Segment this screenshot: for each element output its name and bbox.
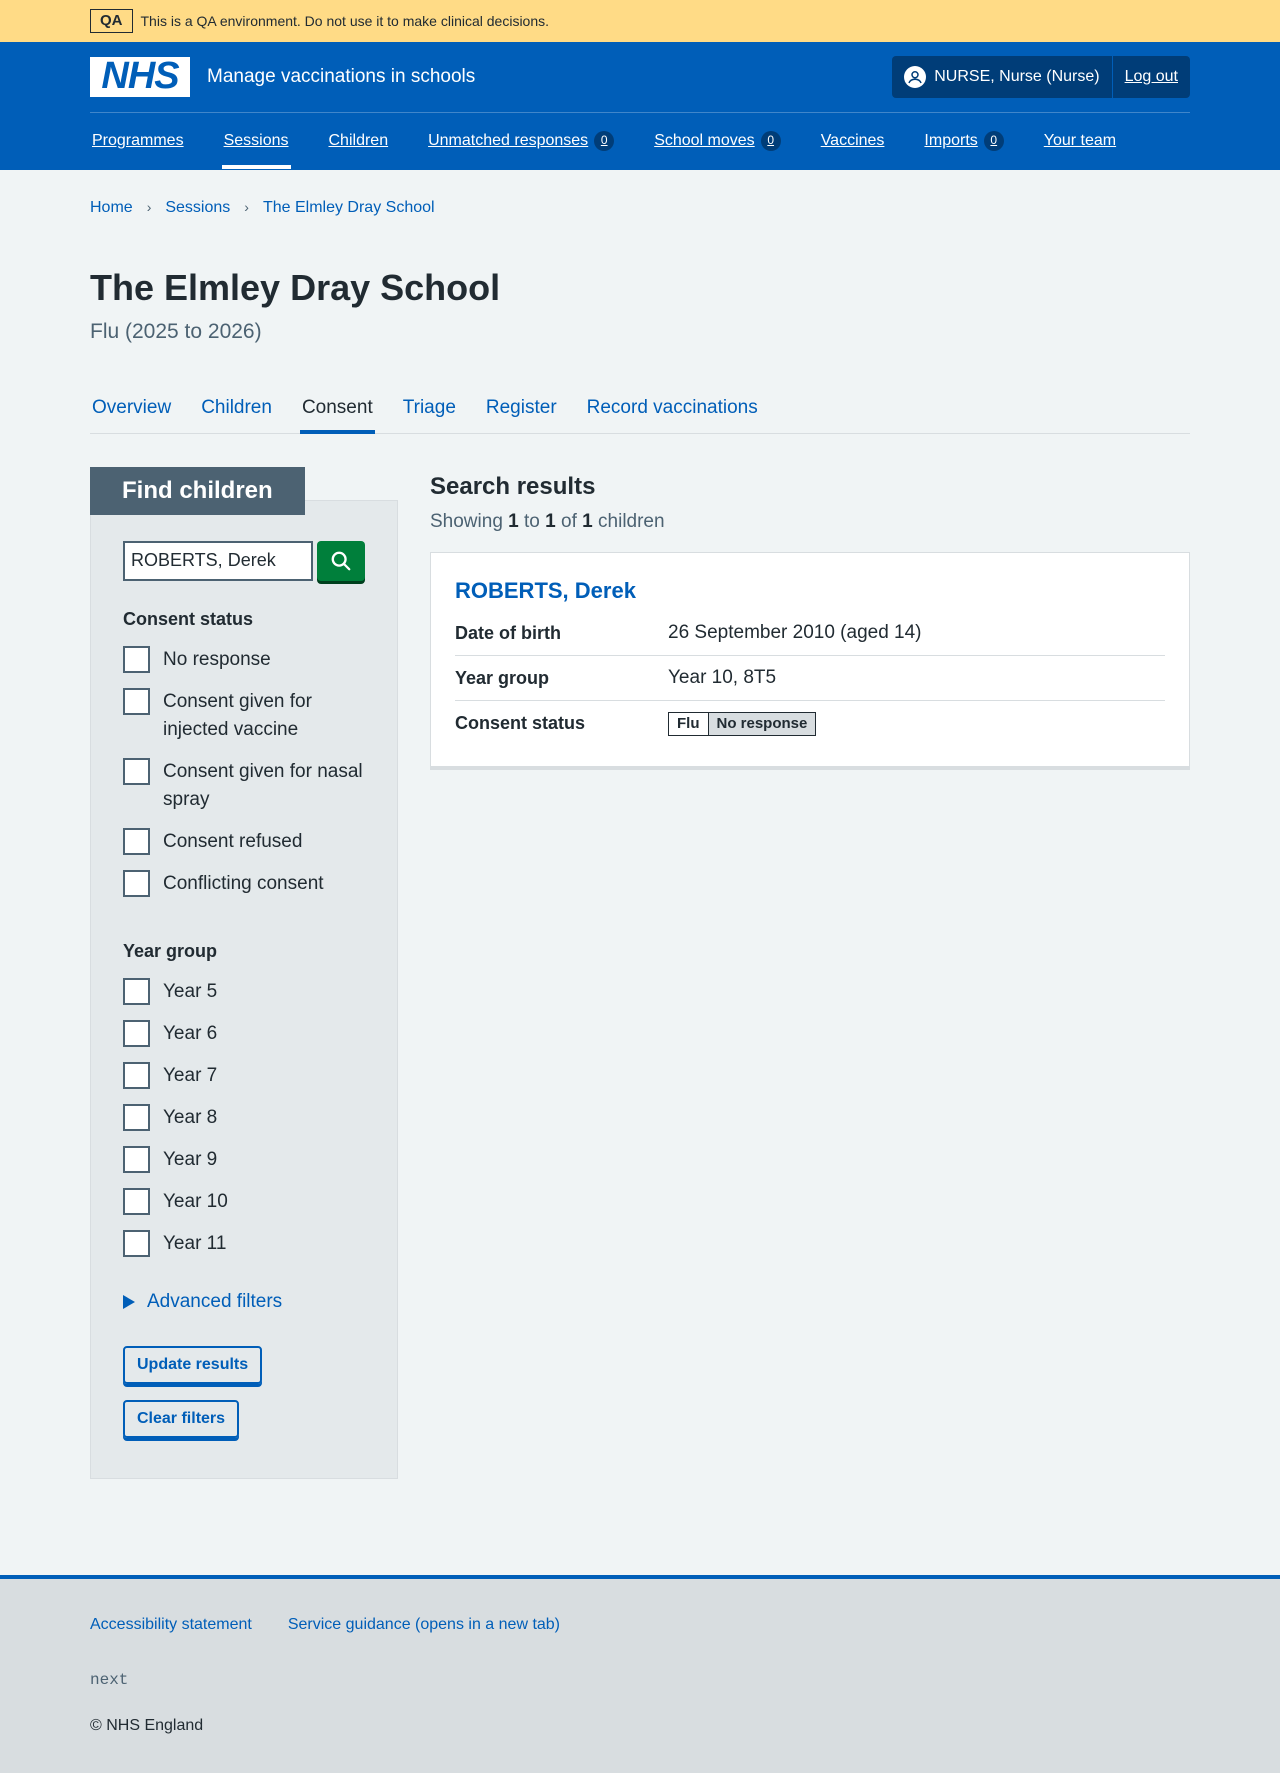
checkbox-year-11[interactable]: Year 11	[123, 1230, 365, 1258]
breadcrumb-home[interactable]: Home	[90, 196, 133, 220]
nav-children[interactable]: Children	[327, 113, 391, 169]
search-button[interactable]	[317, 540, 365, 581]
consent-status-tag: No response	[708, 712, 816, 735]
filter-heading: Find children	[90, 466, 305, 515]
nav-vaccines[interactable]: Vaccines	[819, 113, 887, 169]
search-results: Search results Showing 1 to 1 of 1 child…	[430, 467, 1190, 1480]
tab-children[interactable]: Children	[199, 384, 274, 433]
nav-programmes[interactable]: Programmes	[90, 113, 186, 169]
breadcrumb-school[interactable]: The Elmley Dray School	[263, 196, 435, 220]
search-input[interactable]	[123, 540, 313, 581]
checkbox[interactable]	[123, 1188, 150, 1216]
consent-status-legend: Consent status	[123, 608, 254, 629]
page-title: The Elmley Dray School	[90, 266, 501, 308]
account-menu: NURSE, Nurse (Nurse) Log out	[892, 56, 1190, 98]
qa-message: This is a QA environment. Do not use it …	[140, 12, 550, 29]
account-name: NURSE, Nurse (Nurse)	[934, 68, 1100, 86]
checkbox-year-8[interactable]: Year 8	[123, 1104, 365, 1132]
count-badge: 0	[760, 131, 781, 151]
advanced-filters-toggle[interactable]: Advanced filters	[123, 1288, 365, 1316]
checkbox[interactable]	[123, 1062, 150, 1090]
service-name[interactable]: Manage vaccinations in schools	[207, 63, 475, 91]
secondary-nav: Overview Children Consent Triage Registe…	[90, 384, 1190, 434]
checkbox-year-6[interactable]: Year 6	[123, 1020, 365, 1048]
year-group-legend: Year group	[123, 941, 218, 962]
tab-consent[interactable]: Consent	[299, 384, 375, 434]
checkbox-year-5[interactable]: Year 5	[123, 978, 365, 1006]
checkbox[interactable]	[123, 1146, 150, 1174]
checkbox-consent-refused[interactable]: Consent refused	[123, 828, 365, 856]
copyright: © NHS England	[90, 1717, 204, 1735]
nav-imports[interactable]: Imports 0	[922, 113, 1005, 169]
child-card: ROBERTS, Derek Date of birth 26 Septembe…	[430, 551, 1190, 771]
qa-tag: QA	[90, 9, 133, 33]
logout-link[interactable]: Log out	[1113, 56, 1190, 98]
tab-triage[interactable]: Triage	[401, 384, 458, 433]
tab-overview[interactable]: Overview	[90, 384, 173, 433]
user-icon	[904, 66, 927, 88]
checkbox-year-9[interactable]: Year 9	[123, 1146, 365, 1174]
checkbox[interactable]	[123, 688, 150, 716]
nhs-logo[interactable]: NHS	[90, 55, 190, 97]
site-footer: Accessibility statement Service guidance…	[0, 1575, 1280, 1773]
primary-nav: Programmes Sessions Children Unmatched r…	[90, 113, 1190, 169]
checkbox[interactable]	[123, 1020, 150, 1048]
checkbox-year-10[interactable]: Year 10	[123, 1188, 365, 1216]
programme-tag: Flu	[669, 712, 709, 735]
search-icon	[331, 551, 351, 570]
child-name-link[interactable]: ROBERTS, Derek	[455, 578, 636, 603]
results-title: Search results	[430, 472, 596, 500]
summary-row-dob: Date of birth 26 September 2010 (aged 14…	[455, 611, 1165, 657]
checkbox[interactable]	[123, 758, 150, 786]
checkbox[interactable]	[123, 1104, 150, 1132]
checkbox[interactable]	[123, 1230, 150, 1258]
footer-accessibility-link[interactable]: Accessibility statement	[90, 1613, 252, 1637]
chevron-right-icon: ›	[146, 199, 152, 216]
summary-row-year-group: Year group Year 10, 8T5	[455, 656, 1165, 702]
filter-panel: Find children Consent status No response…	[90, 466, 398, 1480]
clear-filters-button[interactable]: Clear filters	[123, 1400, 240, 1439]
checkbox-no-response[interactable]: No response	[123, 646, 365, 674]
checkbox[interactable]	[123, 870, 150, 898]
results-count: Showing 1 to 1 of 1 children	[430, 510, 665, 532]
tab-record-vaccinations[interactable]: Record vaccinations	[585, 384, 760, 433]
breadcrumb: Home › Sessions › The Elmley Dray School	[90, 170, 1190, 220]
checkbox-conflicting-consent[interactable]: Conflicting consent	[123, 870, 365, 898]
advanced-filters-link[interactable]: Advanced filters	[147, 1288, 282, 1316]
tab-register[interactable]: Register	[484, 384, 559, 433]
chevron-right-icon: ›	[244, 199, 249, 216]
checkbox-consent-nasal[interactable]: Consent given for nasal spray	[123, 758, 365, 814]
checkbox[interactable]	[123, 828, 150, 856]
count-badge: 0	[594, 131, 615, 151]
nav-school-moves[interactable]: School moves 0	[652, 113, 783, 169]
breadcrumb-sessions[interactable]: Sessions	[165, 196, 230, 220]
nav-your-team[interactable]: Your team	[1042, 113, 1118, 169]
brand[interactable]: NHS Manage vaccinations in schools	[90, 55, 475, 97]
account-user: NURSE, Nurse (Nurse)	[892, 56, 1113, 98]
checkbox-year-7[interactable]: Year 7	[123, 1062, 365, 1090]
checkbox[interactable]	[123, 978, 150, 1006]
checkbox-consent-injected[interactable]: Consent given for injected vaccine	[123, 688, 365, 744]
nav-sessions[interactable]: Sessions	[221, 113, 291, 169]
summary-row-consent-status: Consent status Flu No response	[455, 701, 1165, 746]
status-badge: Flu No response	[668, 711, 817, 736]
qa-banner: QA This is a QA environment. Do not use …	[0, 0, 1280, 42]
triangle-right-icon	[123, 1295, 135, 1310]
count-badge: 0	[983, 131, 1004, 151]
nav-unmatched-responses[interactable]: Unmatched responses 0	[426, 113, 616, 169]
footer-guidance-link[interactable]: Service guidance (opens in a new tab)	[288, 1613, 560, 1637]
checkbox[interactable]	[123, 646, 150, 674]
page-caption: Flu (2025 to 2026)	[90, 319, 262, 343]
update-results-button[interactable]: Update results	[123, 1346, 263, 1385]
version-label: next	[90, 1670, 129, 1689]
site-header: NHS Manage vaccinations in schools NURSE…	[0, 42, 1280, 170]
